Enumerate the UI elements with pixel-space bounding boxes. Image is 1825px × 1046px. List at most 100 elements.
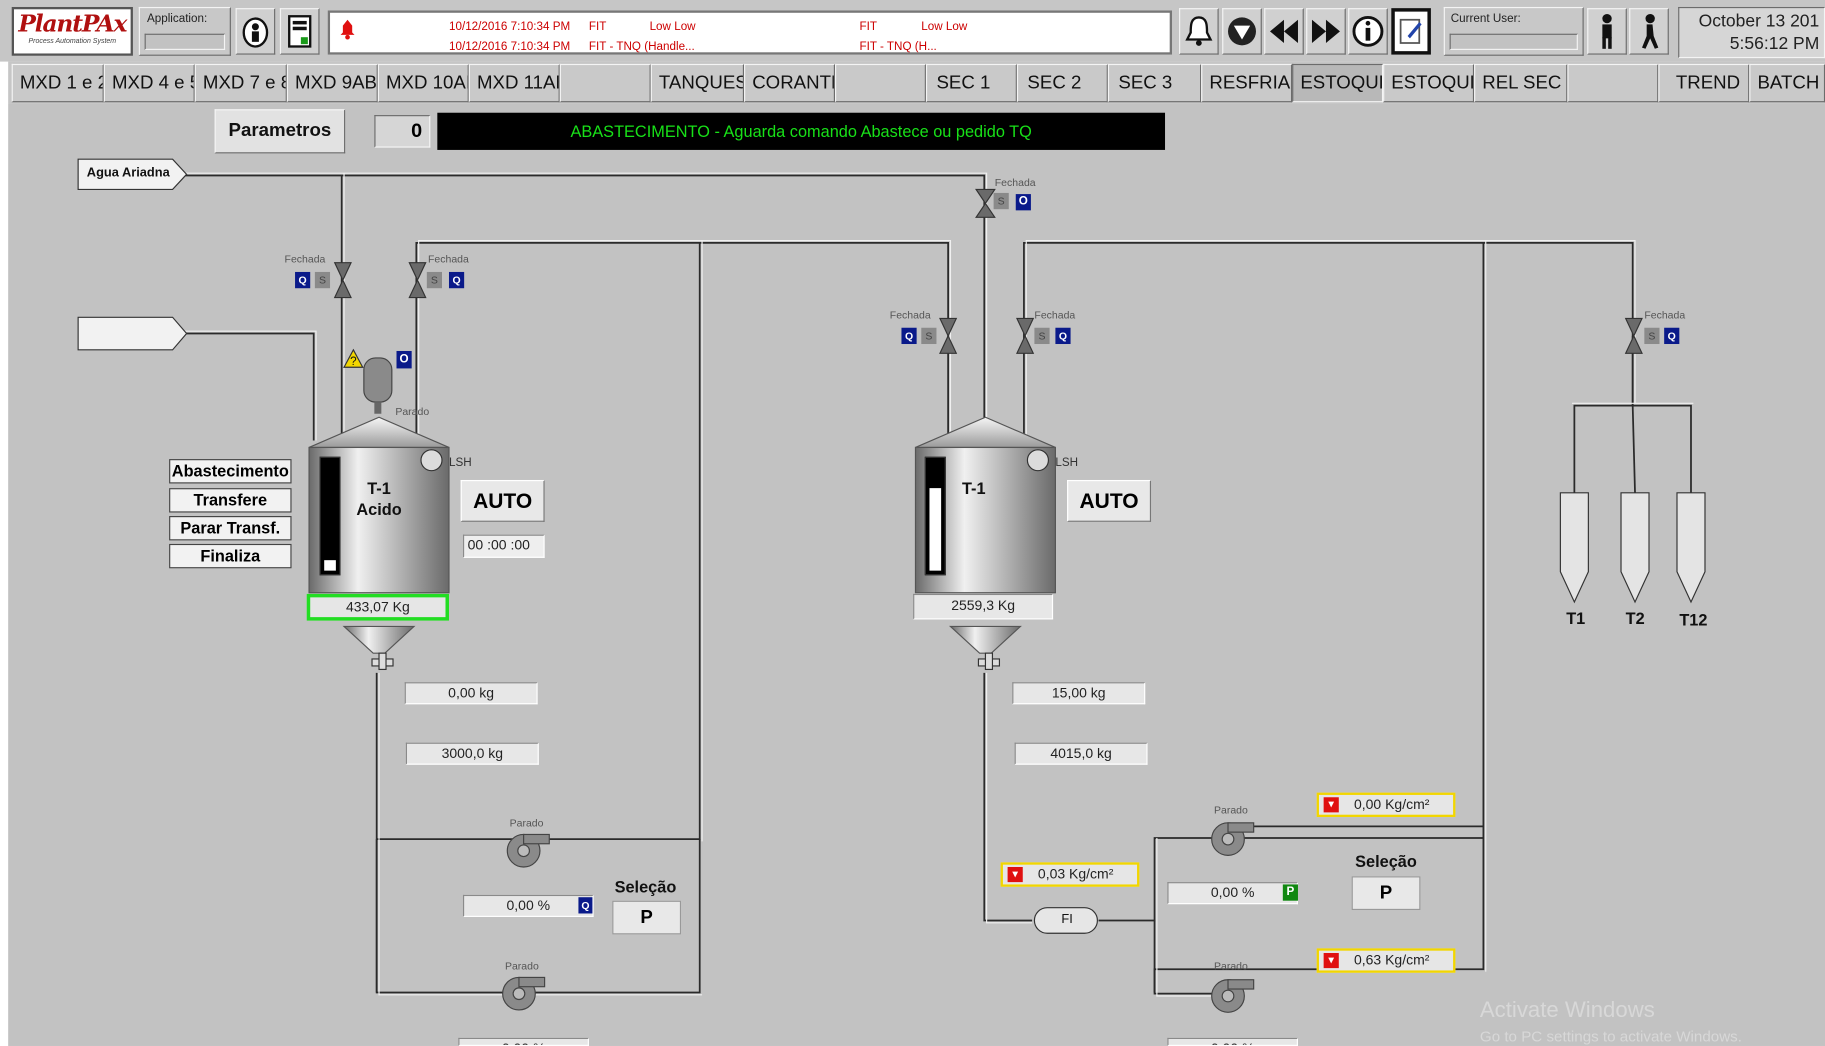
valve-left-1-q-badge: Q bbox=[295, 271, 311, 289]
tank-1-outlet-valve[interactable] bbox=[367, 652, 397, 671]
valve-right-1[interactable] bbox=[939, 317, 958, 354]
tank-2-field-2: 4015,0 kg bbox=[1014, 742, 1148, 765]
current-user-box: Current User: bbox=[1443, 6, 1584, 56]
user-button[interactable] bbox=[1587, 8, 1627, 55]
tab-sec-2[interactable]: SEC 2 bbox=[1016, 63, 1108, 103]
tank-1-selecao-button[interactable]: P bbox=[612, 900, 682, 935]
tank-2-level-bar bbox=[924, 456, 946, 576]
tank-1-mode-button[interactable]: AUTO bbox=[460, 479, 545, 522]
tab-trend[interactable]: TREND bbox=[1658, 63, 1750, 103]
application-field bbox=[144, 33, 226, 50]
silo-t1-label: T1 bbox=[1566, 608, 1586, 628]
forward-icon bbox=[1311, 19, 1340, 44]
tank-2-mode-button[interactable]: AUTO bbox=[1067, 479, 1152, 522]
valve-silo[interactable] bbox=[1624, 317, 1644, 354]
tab-estoque-active[interactable]: ESTOQUE bbox=[1292, 63, 1384, 103]
flow-indicator-label: FI bbox=[1061, 912, 1073, 927]
tab-tanques[interactable]: TANQUES bbox=[650, 63, 745, 103]
agua-ariadna-label: Agua Ariadna bbox=[86, 166, 170, 181]
abastecimento-button[interactable]: Abastecimento bbox=[169, 459, 292, 484]
info-icon bbox=[1352, 15, 1384, 47]
tank-2-outlet-valve[interactable] bbox=[974, 652, 1004, 671]
pump-right-1[interactable] bbox=[1209, 818, 1256, 860]
application-box[interactable]: Application: bbox=[138, 6, 231, 56]
svg-text:?: ? bbox=[350, 355, 357, 368]
valve-left-2-state: Fechada bbox=[427, 253, 469, 265]
valve-right-2-q-badge: Q bbox=[1055, 327, 1071, 345]
tab-mxd-4-5[interactable]: MXD 4 e 5 bbox=[103, 63, 195, 103]
tab-estoque[interactable]: ESTOQUE bbox=[1383, 63, 1475, 103]
pump-right-2[interactable] bbox=[1209, 975, 1256, 1017]
pump-left-2[interactable] bbox=[500, 973, 547, 1015]
tab-blank-1[interactable] bbox=[559, 63, 651, 103]
alarm-ack-button[interactable] bbox=[1222, 8, 1262, 55]
tab-bar: MXD 1 e 2 MXD 4 e 5 MXD 7 e 8 MXD 9AB MX… bbox=[8, 61, 1825, 104]
agitator-o-badge: O bbox=[396, 350, 412, 369]
valve-right-1-state: Fechada bbox=[889, 309, 931, 321]
datetime-box: October 13 201 5:56:12 PM bbox=[1678, 6, 1825, 59]
tab-corante[interactable]: CORANTE bbox=[744, 63, 835, 103]
tab-sec-3[interactable]: SEC 3 bbox=[1107, 63, 1202, 103]
pressure-alarm-icon-2: ▾ bbox=[1323, 797, 1339, 813]
agitator-motor[interactable] bbox=[360, 351, 395, 415]
tab-blank-2[interactable] bbox=[834, 63, 926, 103]
alarm-banner[interactable]: 10/12/2016 7:10:34 PM FIT Low Low FIT Lo… bbox=[327, 10, 1173, 55]
tab-sec-1[interactable]: SEC 1 bbox=[925, 63, 1017, 103]
tank-2-selecao-button[interactable]: P bbox=[1351, 876, 1421, 911]
pump-right-2-state: Parado bbox=[1214, 959, 1248, 972]
login-button[interactable] bbox=[1391, 8, 1431, 55]
tank-1-timer: 00 :00 :00 bbox=[462, 534, 545, 558]
pump-left-1[interactable] bbox=[505, 830, 552, 872]
header-bar: PlantPAx Process Automation System Appli… bbox=[0, 0, 1825, 62]
tank-1-lsh-label: LSH bbox=[448, 456, 472, 470]
windows-watermark-title: Activate Windows bbox=[1479, 998, 1655, 1023]
alarm-tag2-row2: FIT - TNQ (H... bbox=[859, 40, 937, 53]
valve-right-2[interactable] bbox=[1016, 317, 1035, 354]
pressure-alarm-icon-3: ▾ bbox=[1323, 953, 1339, 969]
valve-left-2[interactable] bbox=[408, 261, 427, 299]
valve-silo-s-badge: S bbox=[1644, 327, 1660, 345]
valve-silo-state: Fechada bbox=[1644, 309, 1686, 321]
display-button[interactable] bbox=[279, 8, 320, 55]
tab-rel-sec[interactable]: REL SEC bbox=[1474, 63, 1568, 103]
application-label: Application: bbox=[146, 12, 208, 26]
tank-1-name: T-1 bbox=[367, 478, 391, 498]
alarm-message: Low Low bbox=[649, 20, 696, 34]
parar-transf-button[interactable]: Parar Transf. bbox=[169, 516, 292, 541]
plantpax-logo: PlantPAx Process Automation System bbox=[11, 6, 133, 56]
tab-mxd-11ab[interactable]: MXD 11AB bbox=[468, 63, 560, 103]
second-source-arrow[interactable] bbox=[77, 316, 189, 351]
pressure-2-value: 0,00 Kg/cm² bbox=[1353, 796, 1430, 813]
tab-mxd-7-8[interactable]: MXD 7 e 8 bbox=[194, 63, 287, 103]
previous-button[interactable] bbox=[1264, 8, 1304, 55]
current-user-field bbox=[1449, 33, 1578, 50]
edit-icon bbox=[1399, 18, 1422, 44]
logo-text: PlantPAx bbox=[18, 9, 127, 38]
tab-blank-3[interactable] bbox=[1567, 63, 1659, 103]
valve-left-1[interactable] bbox=[333, 261, 353, 299]
tab-mxd-10ab[interactable]: MXD 10AB bbox=[377, 63, 469, 103]
tab-mxd-9ab[interactable]: MXD 9AB bbox=[286, 63, 378, 103]
tab-batch[interactable]: BATCH bbox=[1749, 63, 1825, 103]
pump-right-p-badge: P bbox=[1282, 884, 1298, 901]
current-user-label: Current User: bbox=[1450, 12, 1521, 26]
valve-right-2-s-badge: S bbox=[1034, 327, 1050, 345]
finaliza-button[interactable]: Finaliza bbox=[169, 543, 292, 569]
tank-1-field-1: 0,00 kg bbox=[404, 682, 538, 705]
tab-resfria[interactable]: RESFRIA bbox=[1201, 63, 1293, 103]
tank-1-weight: 433,07 Kg bbox=[306, 593, 449, 621]
tank-1-product: Acido bbox=[356, 499, 402, 519]
logout-button[interactable] bbox=[1629, 8, 1669, 55]
tank-2-level-fill bbox=[929, 488, 942, 571]
transfere-button[interactable]: Transfere bbox=[169, 488, 292, 513]
info-button[interactable] bbox=[1348, 8, 1388, 55]
next-button[interactable] bbox=[1306, 8, 1346, 55]
alarm-silence-button[interactable] bbox=[1179, 8, 1219, 55]
operator-button[interactable] bbox=[235, 8, 276, 55]
tank-2-weight: 2559,3 Kg bbox=[913, 593, 1054, 620]
silo-t12-label: T12 bbox=[1679, 610, 1708, 629]
valve-right-1-s-badge: S bbox=[921, 327, 937, 345]
silo-t2-shape bbox=[1620, 492, 1650, 604]
person-icon bbox=[1602, 13, 1612, 49]
tab-mxd-1-2[interactable]: MXD 1 e 2 bbox=[11, 63, 104, 103]
